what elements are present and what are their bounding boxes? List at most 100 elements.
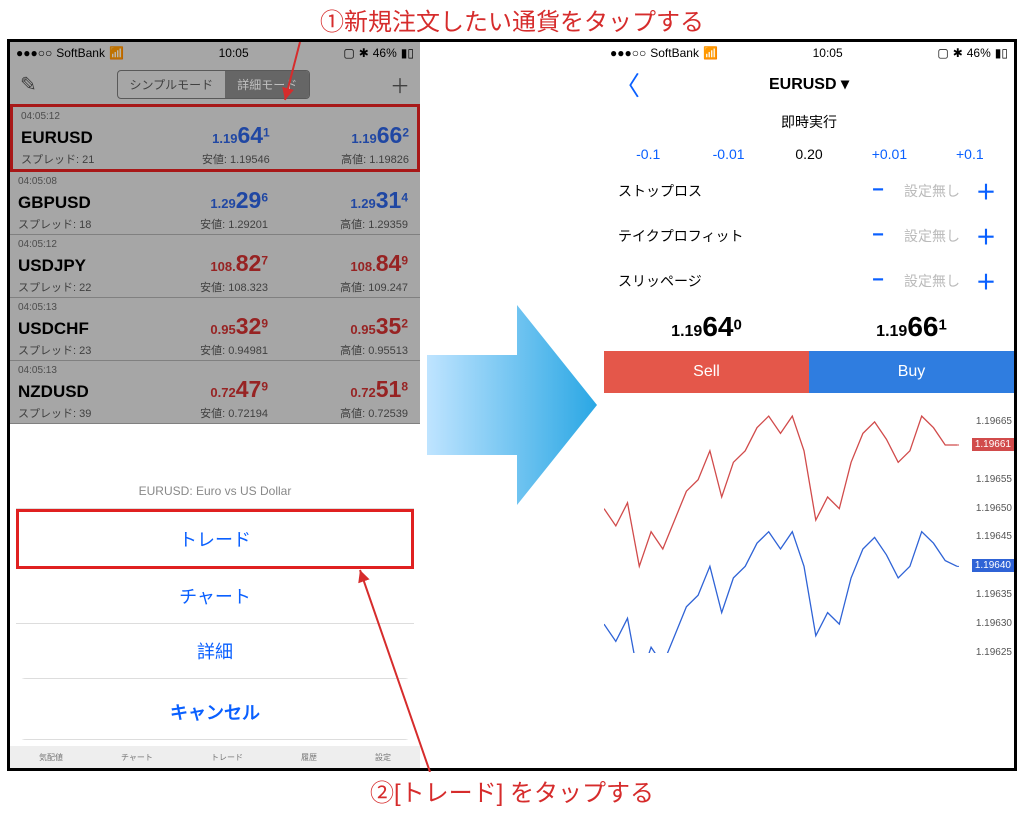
annotation-top: ①新規注文したい通貨をタップする	[0, 0, 1024, 39]
annotation-bottom: ②[トレード] をタップする	[0, 771, 1024, 810]
quote-row-USDJPY[interactable]: 04:05:12USDJPY108.827108.849スプレッド: 22安値:…	[10, 235, 420, 298]
ask-price: 1.19661	[809, 311, 1014, 343]
ask-price-tag: 1.19661	[972, 438, 1014, 451]
volume-steppers: -0.1 -0.01 0.20 +0.01 +0.1	[604, 140, 1014, 168]
param-plus-button[interactable]: ＋	[972, 221, 1000, 250]
add-icon[interactable]: ＋	[390, 70, 410, 99]
param-plus-button[interactable]: ＋	[972, 176, 1000, 205]
quote-ask: 0.72518	[268, 376, 408, 403]
param-row: ストップロス−設定無し＋	[604, 168, 1014, 213]
quote-high: 高値: 1.19826	[270, 151, 409, 167]
sheet-btn-trade[interactable]: トレード	[16, 509, 414, 569]
tab-履歴[interactable]: 履歴	[301, 752, 317, 763]
mode-segmented[interactable]: シンプルモード 詳細モード	[117, 70, 311, 99]
tutorial-frame: ●●●○○SoftBank📶 10:05 ▢✱46%▮▯ ✎ シンプルモード 詳…	[7, 39, 1017, 771]
sell-button[interactable]: Sell	[604, 351, 809, 393]
quote-high: 高値: 0.72539	[268, 405, 408, 421]
param-minus-button[interactable]: −	[864, 224, 892, 247]
carrier-label: SoftBank	[56, 46, 105, 60]
quote-high: 高値: 1.29359	[268, 216, 408, 232]
bluetooth-icon: ✱	[953, 46, 963, 60]
carrier-label: SoftBank	[650, 46, 699, 60]
quote-ask: 108.849	[268, 250, 408, 277]
buy-button[interactable]: Buy	[809, 351, 1014, 393]
order-params: ストップロス−設定無し＋テイクプロフィット−設定無し＋スリッページ−設定無し＋	[604, 168, 1014, 303]
symbol-title[interactable]: EURUSD ▾	[769, 74, 849, 94]
status-bar-right: ●●●○○SoftBank📶 10:05 ▢✱46%▮▯	[604, 42, 1014, 64]
param-minus-button[interactable]: −	[864, 179, 892, 202]
quote-row-GBPUSD[interactable]: 04:05:08GBPUSD1.292961.29314スプレッド: 18安値:…	[10, 172, 420, 235]
volume-minus-0.1[interactable]: -0.1	[608, 146, 688, 162]
back-icon[interactable]: 〈	[614, 66, 640, 103]
quote-bid: 0.95329	[128, 313, 268, 340]
param-label: テイクプロフィット	[618, 226, 864, 246]
param-value[interactable]: 設定無し	[892, 271, 972, 291]
quote-timestamp: 04:05:08	[18, 176, 412, 187]
bluetooth-icon: ✱	[359, 46, 369, 60]
y-tick-label: 1.19635	[976, 589, 1012, 600]
battery-pct: 46%	[373, 46, 397, 60]
arrow-column	[420, 42, 604, 768]
quotes-list: 04:05:12EURUSD1.196411.19662スプレッド: 21安値:…	[10, 104, 420, 424]
quote-timestamp: 04:05:12	[18, 239, 412, 250]
quote-low: 安値: 1.19546	[130, 151, 269, 167]
param-minus-button[interactable]: −	[864, 269, 892, 292]
sheet-btn-detail[interactable]: 詳細	[16, 624, 414, 679]
volume-minus-0.01[interactable]: -0.01	[688, 146, 768, 162]
wifi-icon: 📶	[109, 46, 124, 60]
y-tick-label: 1.19650	[976, 503, 1012, 514]
order-navbar: 〈 EURUSD ▾	[604, 64, 1014, 104]
tab-チャート[interactable]: チャート	[121, 752, 153, 763]
quote-high: 高値: 109.247	[268, 279, 408, 295]
dimmed-layer: ●●●○○SoftBank📶 10:05 ▢✱46%▮▯ ✎ シンプルモード 詳…	[10, 42, 420, 424]
tab-設定[interactable]: 設定	[375, 752, 391, 763]
signal-dots-icon: ●●●○○	[16, 46, 52, 60]
quote-bid: 1.19641	[130, 122, 269, 149]
quote-symbol: GBPUSD	[18, 193, 128, 213]
param-plus-button[interactable]: ＋	[972, 266, 1000, 295]
sheet-title: EURUSD: Euro vs US Dollar	[16, 474, 414, 509]
right-phone: ●●●○○SoftBank📶 10:05 ▢✱46%▮▯ 〈 EURUSD ▾ …	[604, 42, 1014, 768]
volume-value[interactable]: 0.20	[769, 146, 849, 162]
volume-plus-0.1[interactable]: +0.1	[930, 146, 1010, 162]
battery-pct: 46%	[967, 46, 991, 60]
quote-bid: 0.72479	[128, 376, 268, 403]
quote-row-NZDUSD[interactable]: 04:05:13NZDUSD0.724790.72518スプレッド: 39安値:…	[10, 361, 420, 424]
quote-spread: スプレッド: 21	[21, 151, 130, 167]
volume-plus-0.01[interactable]: +0.01	[849, 146, 929, 162]
tab-トレード[interactable]: トレード	[211, 752, 243, 763]
wifi-icon: 📶	[703, 46, 718, 60]
big-prices: 1.19640 1.19661	[604, 303, 1014, 351]
y-tick-label: 1.19655	[976, 474, 1012, 485]
quote-high: 高値: 0.95513	[268, 342, 408, 358]
param-row: テイクプロフィット−設定無し＋	[604, 213, 1014, 258]
param-value[interactable]: 設定無し	[892, 181, 972, 201]
param-label: ストップロス	[618, 181, 864, 201]
edit-icon[interactable]: ✎	[20, 72, 37, 97]
quote-row-USDCHF[interactable]: 04:05:13USDCHF0.953290.95352スプレッド: 23安値:…	[10, 298, 420, 361]
quote-low: 安値: 1.29201	[128, 216, 268, 232]
bid-price-tag: 1.19640	[972, 559, 1014, 572]
status-bar-left: ●●●○○SoftBank📶 10:05 ▢✱46%▮▯	[10, 42, 420, 64]
quote-spread: スプレッド: 22	[18, 279, 128, 295]
quote-timestamp: 04:05:12	[21, 111, 409, 122]
param-value[interactable]: 設定無し	[892, 226, 972, 246]
quote-spread: スプレッド: 39	[18, 405, 128, 421]
param-row: スリッページ−設定無し＋	[604, 258, 1014, 303]
tab-気配値[interactable]: 気配値	[39, 752, 63, 763]
y-tick-label: 1.19665	[976, 416, 1012, 427]
battery-icon: ▮▯	[995, 46, 1008, 60]
quote-low: 安値: 0.94981	[128, 342, 268, 358]
mode-simple[interactable]: シンプルモード	[118, 71, 226, 98]
tabbar-left: 気配値 チャート トレード 履歴 設定	[10, 746, 420, 768]
clock-label: 10:05	[813, 46, 843, 60]
sheet-btn-cancel[interactable]: キャンセル	[16, 685, 414, 740]
quote-row-EURUSD[interactable]: 04:05:12EURUSD1.196411.19662スプレッド: 21安値:…	[10, 104, 420, 172]
bid-price: 1.19640	[604, 311, 809, 343]
sheet-btn-chart[interactable]: チャート	[16, 569, 414, 624]
quote-symbol: USDCHF	[18, 319, 128, 339]
tick-chart-area: 1.196651.196551.196501.196451.196351.196…	[604, 393, 1014, 653]
sell-buy-buttons: Sell Buy	[604, 351, 1014, 393]
execution-mode-label[interactable]: 即時実行	[604, 104, 1014, 140]
mode-detail[interactable]: 詳細モード	[225, 71, 309, 98]
